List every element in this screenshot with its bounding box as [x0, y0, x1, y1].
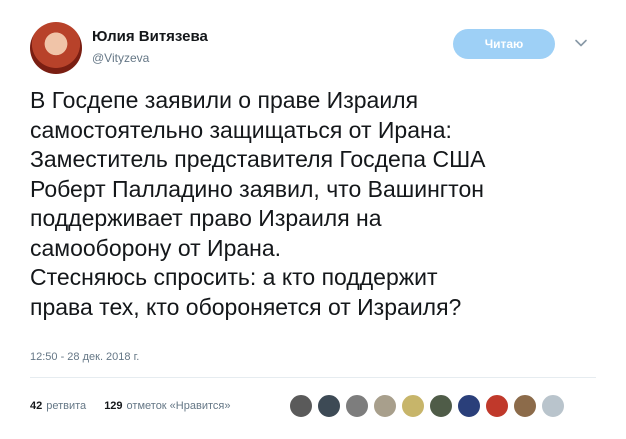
- liker-avatar[interactable]: [457, 394, 481, 418]
- retweets-count[interactable]: 42: [30, 400, 42, 412]
- tweet-line: Стесняюсь спросить: а кто поддержит: [30, 264, 438, 290]
- divider: [30, 377, 596, 378]
- tweet-line: самостоятельно защищаться от Ирана:: [30, 116, 452, 143]
- liker-avatar[interactable]: [317, 394, 341, 418]
- chevron-down-icon[interactable]: [574, 36, 588, 50]
- tweet-line: Роберт Палладино заявил, что Вашингтон: [30, 175, 484, 202]
- tweet-line: поддерживает право Израиля на: [30, 205, 382, 231]
- author-name[interactable]: Юлия Витязева: [92, 28, 208, 45]
- tweet-line: самооборону от Ирана.: [30, 234, 282, 261]
- liker-avatar[interactable]: [401, 394, 425, 418]
- tweet-timestamp[interactable]: 12:50 - 28 дек. 2018 г.: [30, 351, 139, 363]
- retweets-label[interactable]: ретвита: [46, 400, 86, 412]
- liker-avatar[interactable]: [429, 394, 453, 418]
- author-handle[interactable]: @Vityzeva: [92, 51, 149, 65]
- liker-avatar[interactable]: [513, 394, 537, 418]
- liker-avatar[interactable]: [373, 394, 397, 418]
- tweet-line: права тех, кто обороняется от Израиля?: [30, 293, 462, 320]
- follow-button[interactable]: Читаю: [453, 29, 555, 59]
- tweet-line: В Госдепе заявили о праве Израиля: [30, 87, 419, 113]
- tweet-line: Заместитель представителя Госдепа США: [30, 146, 486, 172]
- liker-avatar[interactable]: [541, 394, 565, 418]
- likes-count[interactable]: 129: [104, 400, 122, 412]
- tweet-stats: 42 ретвита 129 отметок «Нравится»: [30, 400, 230, 412]
- liker-avatar[interactable]: [485, 394, 509, 418]
- liker-avatar[interactable]: [345, 394, 369, 418]
- likers-avatars: [289, 394, 565, 418]
- avatar[interactable]: [30, 22, 82, 74]
- likes-label[interactable]: отметок «Нравится»: [127, 400, 231, 412]
- liker-avatar[interactable]: [289, 394, 313, 418]
- tweet-text: В Госдепе заявили о праве Израиля самост…: [30, 86, 610, 322]
